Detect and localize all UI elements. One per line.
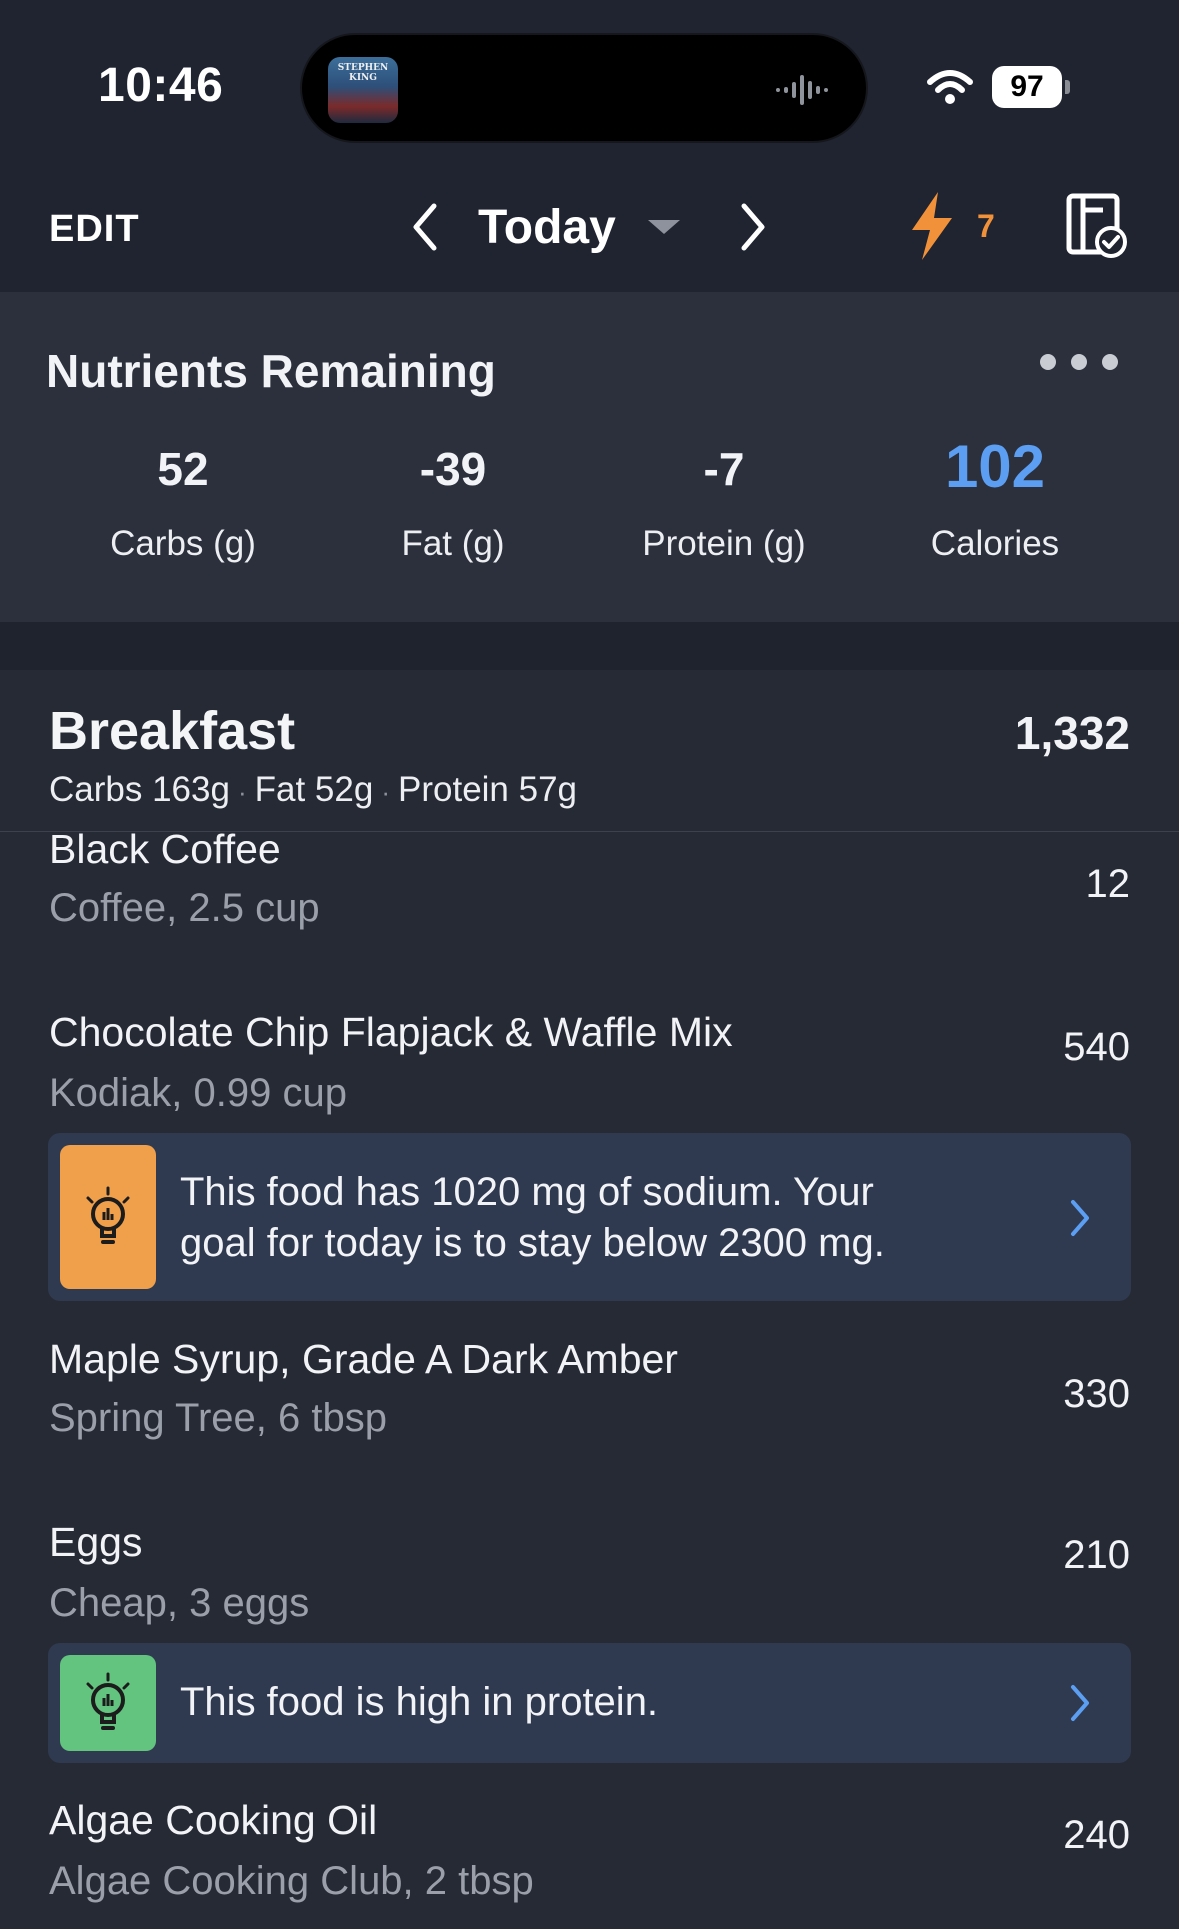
lightning-icon[interactable]	[908, 190, 956, 262]
food-name: Algae Cooking Oil	[49, 1797, 378, 1843]
food-calories: 330	[1063, 1372, 1130, 1416]
food-detail: Cheap, 3 eggs	[49, 1581, 310, 1625]
top-bar: 10:46 STEPHEN KING 97 EDIT Today 7	[0, 0, 1179, 292]
nutrient-label: Fat (g)	[401, 524, 505, 563]
insight-sodium[interactable]: This food has 1020 mg of sodium. Your go…	[48, 1133, 1131, 1301]
food-calories: 210	[1063, 1533, 1130, 1577]
nutrient-value: 102	[944, 433, 1046, 500]
chevron-right-icon[interactable]	[738, 202, 768, 252]
nutrient-value: -39	[419, 443, 487, 495]
food-detail: Coffee, 2.5 cup	[49, 886, 320, 930]
edit-button[interactable]: EDIT	[49, 208, 140, 251]
battery-nub	[1065, 80, 1070, 94]
chevron-left-icon[interactable]	[410, 202, 440, 252]
audio-waveform-icon	[776, 75, 828, 105]
nutrient-label: Carbs (g)	[110, 524, 256, 563]
nutrient-label: Calories	[930, 524, 1060, 563]
food-calories: 540	[1063, 1025, 1130, 1069]
more-options-icon[interactable]	[1040, 354, 1133, 375]
nutrient-value: 52	[157, 443, 209, 495]
nutrient-label: Protein (g)	[642, 524, 806, 563]
macro-carbs: Carbs 163g	[49, 770, 230, 809]
meal-name: Breakfast	[49, 701, 296, 761]
caret-down-icon[interactable]	[648, 220, 680, 234]
meal-header-breakfast[interactable]: Breakfast 1,332 Carbs 163g · Fat 52g · Prote…	[0, 670, 1179, 832]
food-detail: Spring Tree, 6 tbsp	[49, 1396, 387, 1440]
dynamic-island[interactable]: STEPHEN KING	[300, 33, 868, 143]
streak-count[interactable]: 7	[977, 208, 995, 245]
wifi-icon	[927, 70, 973, 104]
macro-separator: ·	[381, 777, 390, 807]
lightbulb-icon	[86, 1672, 130, 1730]
insight-line: This food is high in protein.	[180, 1680, 659, 1724]
food-name: Maple Syrup, Grade A Dark Amber	[49, 1336, 678, 1382]
status-time: 10:46	[98, 59, 224, 112]
nutrient-value: -7	[703, 443, 745, 495]
macro-fat: Fat 52g	[254, 770, 374, 809]
food-detail: Kodiak, 0.99 cup	[49, 1071, 347, 1115]
lightbulb-icon	[86, 1186, 130, 1244]
chevron-right-icon[interactable]	[1069, 1684, 1091, 1722]
artwork-text: STEPHEN KING	[337, 63, 389, 83]
now-playing-artwork: STEPHEN KING	[328, 57, 398, 123]
nutrients-remaining-card: Nutrients Remaining 52 Carbs (g) -39 Fat…	[0, 292, 1179, 622]
insight-message: This food has 1020 mg of sodium. Your go…	[180, 1167, 885, 1269]
food-name: Chocolate Chip Flapjack & Waffle Mix	[49, 1009, 733, 1055]
insight-icon-badge	[60, 1145, 156, 1289]
macro-separator: ·	[237, 777, 247, 807]
food-entry[interactable]: Algae Cooking Oil Algae Cooking Club, 2 …	[0, 1797, 1179, 1907]
insight-protein[interactable]: This food is high in protein.	[48, 1643, 1131, 1763]
food-name: Black Coffee	[49, 826, 281, 872]
macro-protein: Protein 57g	[398, 770, 578, 809]
insight-line: This food has 1020 mg of sodium. Your	[180, 1170, 874, 1214]
meal-total-calories: 1,332	[1014, 707, 1130, 759]
insight-line: goal for today is to stay below 2300 mg.	[180, 1221, 885, 1265]
meal-macros: Carbs 163g · Fat 52g · Protein 57g	[49, 770, 577, 810]
food-entry[interactable]: Black Coffee Coffee, 2.5 cup 12	[0, 826, 1179, 976]
nutrients-title: Nutrients Remaining	[46, 345, 496, 397]
battery-indicator: 97	[992, 66, 1062, 108]
food-name: Eggs	[49, 1519, 143, 1565]
insight-message: This food is high in protein.	[180, 1677, 658, 1728]
food-log-check-icon[interactable]	[1065, 192, 1127, 258]
food-calories: 12	[1085, 862, 1131, 906]
food-calories: 240	[1063, 1813, 1130, 1857]
insight-icon-badge	[60, 1655, 156, 1751]
food-entry[interactable]: Maple Syrup, Grade A Dark Amber Spring T…	[0, 1336, 1179, 1456]
food-entry[interactable]: Chocolate Chip Flapjack & Waffle Mix Kod…	[0, 1009, 1179, 1119]
section-divider	[0, 622, 1179, 670]
food-entry[interactable]: Eggs Cheap, 3 eggs 210	[0, 1519, 1179, 1629]
food-detail: Algae Cooking Club, 2 tbsp	[49, 1859, 534, 1903]
chevron-right-icon[interactable]	[1069, 1199, 1091, 1237]
date-selector[interactable]: Today	[478, 200, 616, 255]
